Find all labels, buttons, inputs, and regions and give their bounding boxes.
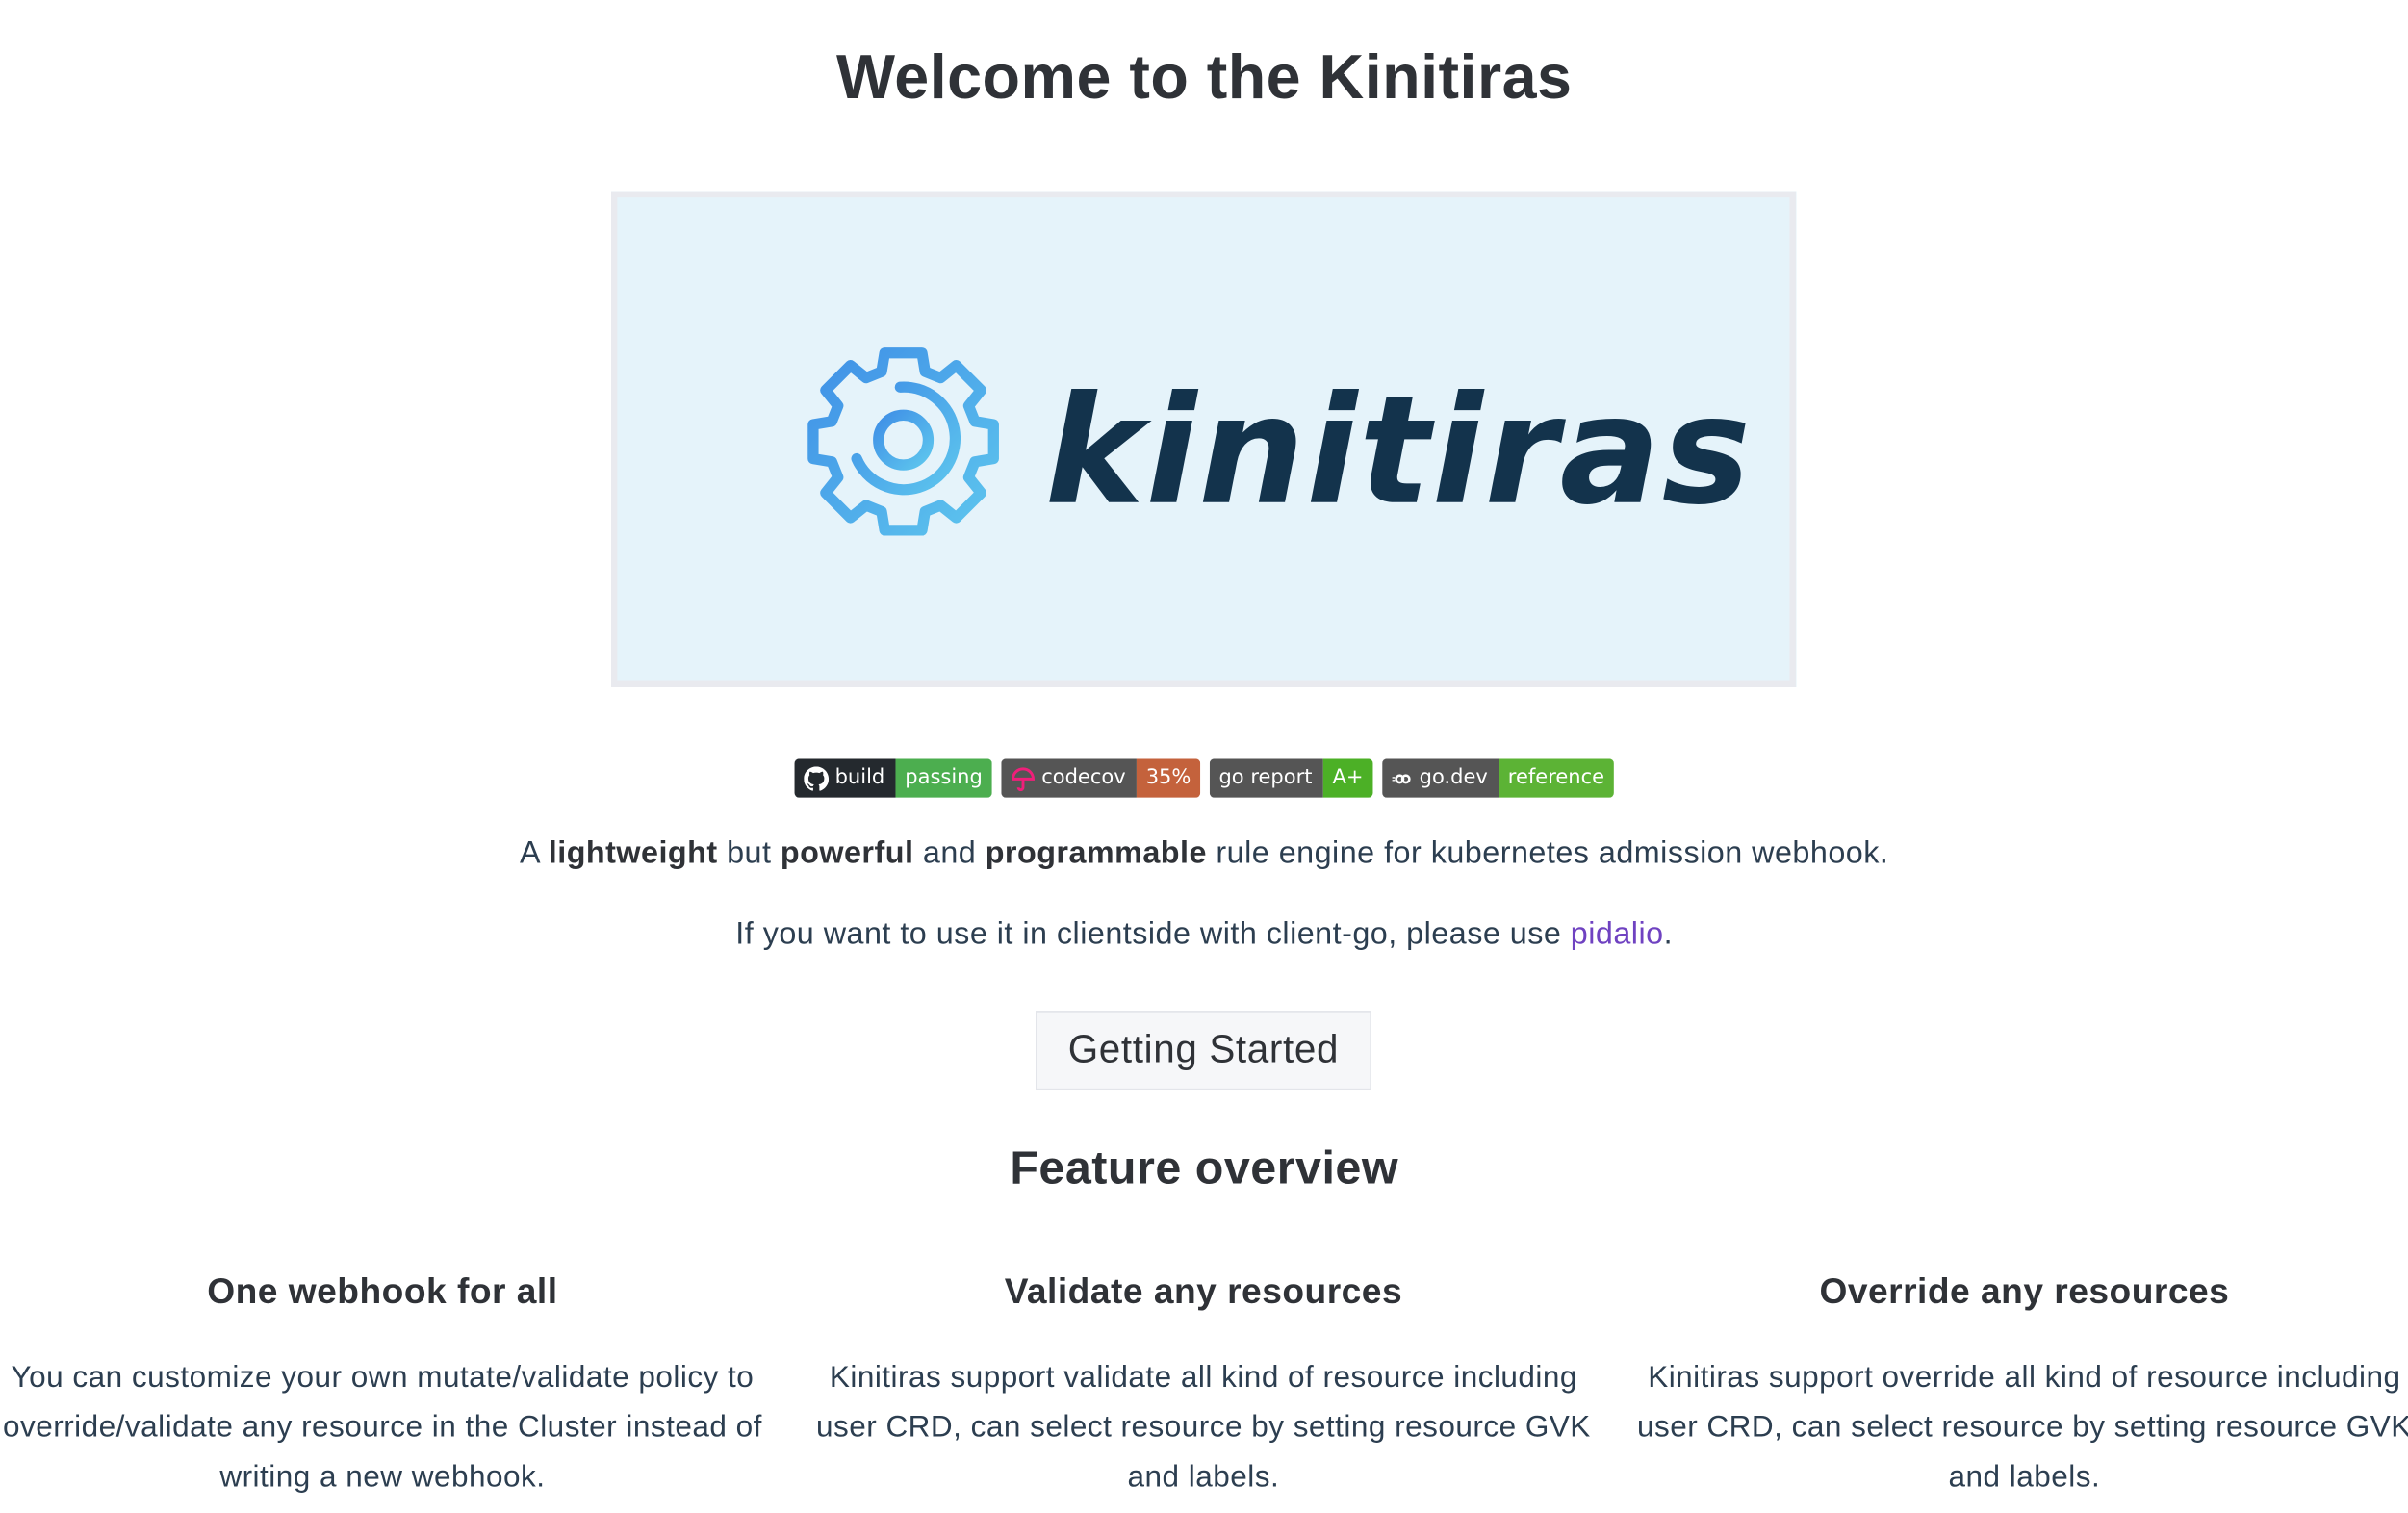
logo-wordmark: kinitiras — [1045, 364, 1753, 538]
getting-started-button[interactable]: Getting Started — [1035, 1011, 1371, 1090]
badge-value: 35% — [1137, 758, 1201, 798]
feature-title: Override any resources — [1819, 1269, 2230, 1311]
build-status-badge[interactable]: build passing — [794, 758, 992, 798]
feature-card: Validate any resources Kinitiras support… — [807, 1266, 1600, 1502]
gear-icon — [807, 347, 999, 536]
tagline: A lightweight but powerful and programma… — [520, 836, 1889, 871]
go-dev-reference-badge[interactable]: go.dev reference — [1381, 758, 1614, 798]
feature-description: You can customize your own mutate/valida… — [2, 1360, 762, 1495]
badge-value: passing — [895, 758, 992, 798]
feature-overview-heading: Feature overview — [1010, 1142, 1399, 1194]
feature-title: One webhook for all — [207, 1269, 558, 1311]
badge-label: codecov — [1041, 766, 1126, 790]
tagline-programmable: programmable — [985, 836, 1207, 871]
tagline-lightweight: lightweight — [548, 836, 718, 871]
badge-row: build passing codecov 35% go report A+ g… — [0, 758, 2408, 798]
clientside-note: If you want to use it in clientside with… — [735, 917, 1674, 952]
feature-description: Kinitiras support validate all kind of r… — [815, 1360, 1591, 1495]
feature-description: Kinitiras support override all kind of r… — [1636, 1360, 2408, 1495]
page-title: Welcome to the Kinitiras — [835, 43, 1573, 113]
feature-title: Validate any resources — [1004, 1269, 1403, 1311]
badge-label: go report — [1218, 766, 1313, 790]
link-icon — [1392, 773, 1411, 783]
badge-value: A+ — [1322, 758, 1373, 798]
codecov-badge[interactable]: codecov 35% — [1001, 758, 1201, 798]
feature-card: One webhook for all You can customize yo… — [0, 1266, 779, 1502]
feature-card: Override any resources Kinitiras support… — [1627, 1266, 2408, 1502]
badge-value: reference — [1499, 758, 1614, 798]
github-icon — [804, 765, 830, 790]
hero-logo-banner: kinitiras — [610, 191, 1796, 688]
tagline-powerful: powerful — [780, 836, 914, 871]
codecov-umbrella-icon — [1011, 766, 1035, 791]
badge-label: go.dev — [1419, 766, 1488, 790]
pidalio-link[interactable]: pidalio — [1571, 917, 1664, 952]
go-report-badge[interactable]: go report A+ — [1209, 758, 1373, 798]
kinitiras-logo: kinitiras — [807, 347, 1753, 538]
badge-label: build — [834, 766, 885, 790]
